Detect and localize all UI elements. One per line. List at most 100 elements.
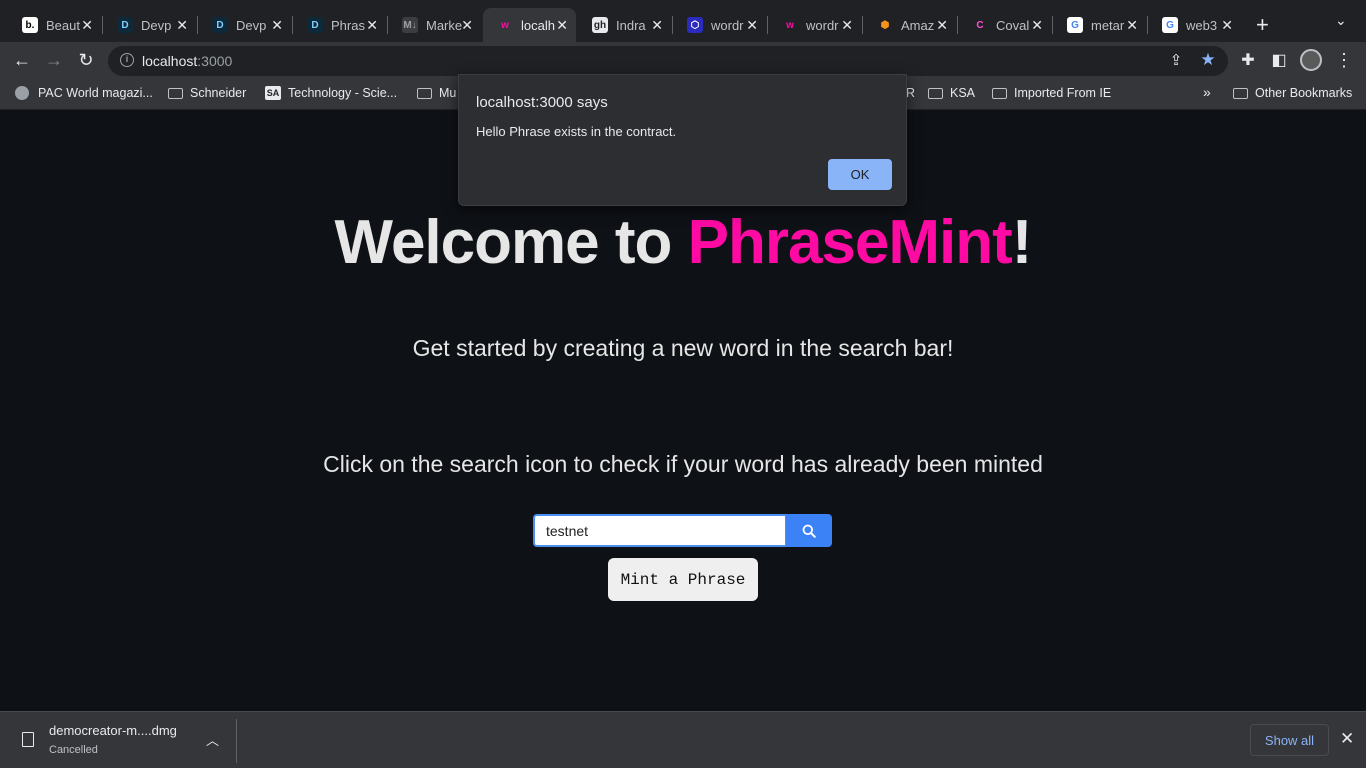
tab-favicon-icon: D (212, 17, 228, 33)
hero-title-suffix: ! (1011, 208, 1033, 277)
word-search-input[interactable] (533, 514, 787, 547)
tab-close-icon[interactable]: ✕ (271, 17, 283, 34)
bookmark-folder-ksa[interactable]: KSA (928, 86, 975, 100)
tab[interactable]: D Devp ✕ (198, 8, 291, 42)
chevron-up-icon[interactable]: ︿ (206, 730, 219, 749)
tab-title: Devp (236, 17, 267, 33)
tab[interactable]: ⬡ wordr ✕ (673, 8, 766, 42)
tab-title: metar (1091, 17, 1125, 33)
address-bar-url: localhost:3000 (142, 53, 232, 69)
bookmark-label: Schneider (190, 86, 247, 100)
bookmarks-overflow-button[interactable]: » (1203, 84, 1211, 100)
tab-title: wordr (711, 17, 744, 33)
tab-close-icon[interactable]: ✕ (556, 17, 568, 34)
tab-close-icon[interactable]: ✕ (651, 17, 663, 34)
folder-icon (928, 87, 943, 99)
bookmark-star-icon[interactable]: ★ (1197, 50, 1219, 70)
forward-arrow-icon[interactable]: → (43, 50, 65, 71)
close-icon[interactable]: ✕ (1340, 729, 1354, 749)
share-icon[interactable]: ⇪ (1165, 51, 1187, 69)
tab-title: Devp (141, 17, 172, 33)
tab[interactable]: w wordr ✕ (768, 8, 861, 42)
tab-title: Marke (426, 17, 462, 33)
tab[interactable]: D Phras ✕ (293, 8, 386, 42)
bookmark-label: PAC World magazi... (38, 86, 153, 100)
hero-title-prefix: Welcome to (334, 208, 688, 277)
shelf-divider (236, 719, 237, 763)
bookmark-folder-other[interactable]: Other Bookmarks (1233, 86, 1352, 100)
tab[interactable]: gh Indra ✕ (578, 8, 671, 42)
reload-icon[interactable]: ↻ (75, 50, 97, 71)
tab-search-chevron-icon[interactable]: ⌄ (1335, 12, 1347, 29)
tab-favicon-icon: w (497, 17, 513, 33)
tab-favicon-icon: gh (592, 17, 608, 33)
tab-favicon-icon: D (307, 17, 323, 33)
tab-favicon-icon: w (782, 17, 798, 33)
tab-close-icon[interactable]: ✕ (81, 17, 93, 34)
tab-strip: b. Beaut ✕ D Devp ✕ D Devp ✕ D Phras ✕ M↓ Marke ✕ w loca… (0, 0, 1366, 46)
tab-close-icon[interactable]: ✕ (461, 17, 473, 34)
bookmark-label: Imported From IE (1014, 86, 1112, 100)
bookmark-folder-mu[interactable]: Mu (417, 86, 456, 100)
tab-close-icon[interactable]: ✕ (746, 17, 758, 34)
new-tab-button[interactable]: + (1256, 12, 1269, 38)
dialog-ok-button[interactable]: OK (828, 159, 892, 190)
folder-icon (992, 87, 1007, 99)
site-info-icon[interactable]: i (120, 53, 134, 67)
tab-close-icon[interactable]: ✕ (176, 17, 188, 34)
tab-favicon-icon: b. (22, 17, 38, 33)
bookmark-folder-schneider[interactable]: Schneider (168, 86, 246, 100)
tab-close-icon[interactable]: ✕ (936, 17, 948, 34)
tab-favicon-icon: ⬢ (877, 17, 893, 33)
search-button[interactable] (786, 514, 832, 547)
bookmark-partial[interactable]: R (906, 86, 915, 100)
overflow-chevron-icon: » (1203, 84, 1211, 100)
tab-favicon-icon: G (1067, 17, 1083, 33)
mint-phrase-button[interactable]: Mint a Phrase (608, 558, 758, 601)
tab-title: Beaut (46, 17, 80, 33)
tab-close-icon[interactable]: ✕ (366, 17, 378, 34)
bookmark-label: Other Bookmarks (1255, 86, 1353, 100)
tab-title: wordr (806, 17, 839, 33)
search-bar (533, 514, 832, 547)
side-panel-icon[interactable]: ◧ (1268, 50, 1290, 70)
download-filename: democreator-m....dmg (49, 723, 177, 738)
bookmark-folder-imported[interactable]: Imported From IE (992, 86, 1111, 100)
tab[interactable]: M↓ Marke ✕ (388, 8, 481, 42)
back-arrow-icon[interactable]: ← (11, 50, 33, 71)
tab-title: localh (521, 17, 555, 33)
profile-avatar[interactable] (1300, 49, 1322, 76)
url-port: :3000 (197, 53, 233, 69)
tab-favicon-icon: ⬡ (687, 17, 703, 33)
tab[interactable]: ⬢ Amaz ✕ (863, 8, 956, 42)
tab[interactable]: Gweb3 ✕ (1148, 8, 1241, 42)
file-icon (22, 732, 34, 747)
tab[interactable]: D Devp ✕ (103, 8, 196, 42)
folder-icon (1233, 87, 1248, 99)
bookmark-label: KSA (950, 86, 976, 100)
bookmark-pac-world[interactable]: PAC World magazi... (15, 86, 153, 100)
download-shelf: democreator-m....dmg Cancelled ︿ Show al… (0, 711, 1366, 768)
tab[interactable]: C Coval ✕ (958, 8, 1051, 42)
tab-favicon-icon: G (1162, 17, 1178, 33)
tab[interactable]: b. Beaut ✕ (8, 8, 101, 42)
dialog-message: Hello Phrase exists in the contract. (476, 124, 677, 139)
download-status: Cancelled (49, 744, 98, 756)
subtitle: Get started by creating a new word in th… (412, 335, 954, 361)
address-bar[interactable]: i localhost:3000 ⇪ ★ (108, 46, 1228, 76)
extensions-puzzle-icon[interactable]: ✚ (1237, 50, 1259, 70)
tab-title: Phras (331, 17, 365, 33)
tab[interactable]: Gmetar ✕ (1053, 8, 1146, 42)
tab-close-icon[interactable]: ✕ (841, 17, 853, 34)
sa-logo-icon: SA (265, 86, 281, 100)
tab-close-icon[interactable]: ✕ (1126, 17, 1138, 34)
search-instruction: Click on the search icon to check if you… (323, 451, 1043, 477)
tab-close-icon[interactable]: ✕ (1031, 17, 1043, 34)
browser-menu-icon[interactable]: ⋮ (1333, 50, 1355, 71)
tab-active[interactable]: w localh ✕ (483, 8, 576, 42)
tab-favicon-icon: D (117, 17, 133, 33)
tab-title: web3 (1186, 17, 1218, 33)
bookmark-technology[interactable]: SA Technology - Scie... (265, 86, 397, 100)
show-all-button[interactable]: Show all (1250, 724, 1329, 756)
tab-close-icon[interactable]: ✕ (1221, 17, 1233, 34)
